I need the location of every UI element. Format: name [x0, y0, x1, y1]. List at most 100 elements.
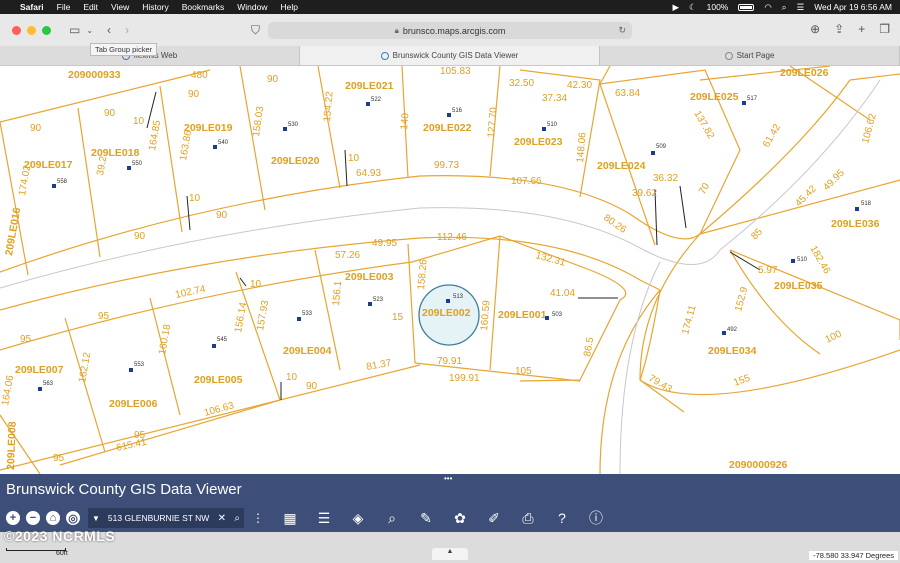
- menu-file[interactable]: File: [57, 2, 71, 12]
- dimension-label: 132.31: [534, 250, 567, 269]
- locate-button[interactable]: ◎: [66, 511, 80, 525]
- dimension-label: 155: [732, 373, 752, 389]
- address-point: [791, 259, 795, 263]
- address-point: [38, 387, 42, 391]
- downloads-icon[interactable]: ⊕: [810, 22, 820, 36]
- dimension-label: 10: [133, 116, 145, 127]
- print-icon[interactable]: ⎙: [520, 510, 536, 527]
- address-label: 563: [43, 381, 54, 387]
- dimension-label: 162.12: [77, 351, 93, 383]
- menu-help[interactable]: Help: [280, 2, 297, 12]
- zoom-in-button[interactable]: +: [6, 511, 20, 525]
- dimension-label: 36.32: [653, 173, 678, 184]
- dimension-label: 63.84: [615, 88, 640, 99]
- dimension-label: 10: [189, 193, 201, 204]
- layers-icon[interactable]: ◈: [350, 510, 366, 527]
- panel-drag-handle[interactable]: •••: [444, 474, 452, 483]
- zoom-out-button[interactable]: −: [26, 511, 40, 525]
- home-button[interactable]: ⌂: [46, 511, 60, 525]
- dimension-label: 140: [399, 112, 411, 130]
- clear-search-icon[interactable]: ✕: [218, 513, 226, 524]
- draw-icon[interactable]: ✎: [418, 510, 434, 527]
- start-page-icon: [724, 51, 733, 60]
- close-window-button[interactable]: [12, 25, 21, 35]
- menu-history[interactable]: History: [142, 2, 168, 12]
- new-tab-icon[interactable]: +: [858, 22, 865, 36]
- menu-view[interactable]: View: [111, 2, 129, 12]
- dimension-label: 480: [191, 70, 208, 81]
- tab-gis-viewer[interactable]: Brunswick County GIS Data Viewer: [300, 46, 600, 65]
- dimension-label: 107.66: [511, 176, 542, 187]
- query-icon[interactable]: ⌕: [384, 510, 400, 527]
- shield-icon[interactable]: ⛉: [251, 23, 260, 38]
- dimension-label: 112.46: [437, 232, 467, 243]
- parcel-id: 209LE020: [271, 155, 320, 167]
- dimension-label: 42.30: [567, 80, 592, 91]
- reload-icon[interactable]: ↻: [618, 25, 626, 36]
- address-label: 533: [302, 311, 313, 317]
- minimize-window-button[interactable]: [27, 25, 36, 35]
- tab-overview-icon[interactable]: ❐: [879, 22, 890, 36]
- search-source-dropdown-icon[interactable]: ▼: [92, 514, 100, 523]
- moon-icon[interactable]: ☾: [689, 2, 697, 13]
- address-label: 492: [727, 327, 738, 333]
- parcel-map-canvas[interactable]: 209000933 209LE017 209LE018 209LE019 209…: [0, 66, 900, 474]
- menu-bookmarks[interactable]: Bookmarks: [182, 2, 225, 12]
- symbology-icon[interactable]: ✿: [452, 510, 468, 527]
- basemap-gallery-icon[interactable]: ▦: [282, 510, 298, 527]
- dimension-label: 163.86: [178, 129, 194, 161]
- dimension-label: 95: [20, 334, 32, 345]
- play-icon[interactable]: ▶: [672, 2, 679, 13]
- dimension-label: 81.37: [366, 358, 393, 373]
- address-point: [52, 184, 56, 188]
- parcel-id: 209000933: [68, 69, 121, 81]
- control-center-icon[interactable]: ☰: [797, 2, 805, 13]
- help-icon[interactable]: ?: [554, 510, 570, 526]
- dimension-label: 157.93: [255, 299, 271, 331]
- toolbar-more-icon[interactable]: ⋮: [252, 511, 264, 525]
- tab-group-picker-icon[interactable]: ⌄: [86, 26, 93, 35]
- expand-panel-button[interactable]: ▲: [432, 548, 468, 560]
- legend-icon[interactable]: ☰: [316, 510, 332, 527]
- zoom-window-button[interactable]: [42, 25, 51, 35]
- dimension-label: 156.1: [331, 280, 344, 306]
- search-icon[interactable]: ⌕: [234, 513, 240, 524]
- dimension-label: 61.42: [761, 122, 783, 150]
- battery-icon[interactable]: [738, 3, 755, 11]
- search-input[interactable]: ▼ 513 GLENBURNIE ST NW ✕ ⌕: [88, 508, 244, 528]
- address-bar[interactable]: 🔒︎ brunsco.maps.arcgis.com ↻: [268, 22, 632, 39]
- address-label: 513: [453, 294, 464, 300]
- dimension-label: 105.83: [440, 66, 471, 77]
- menu-window[interactable]: Window: [237, 2, 267, 12]
- dimension-label: 57.26: [335, 250, 360, 261]
- dimension-label: 174.02: [17, 164, 33, 196]
- dimension-label: 106.62: [860, 112, 879, 145]
- parcel-id: 209LE008: [5, 421, 19, 470]
- address-label: 516: [452, 108, 463, 114]
- parcel-id: 209LE001: [498, 309, 547, 321]
- back-icon[interactable]: ‹: [107, 23, 111, 37]
- address-point: [542, 127, 546, 131]
- search-icon[interactable]: ⌕: [782, 2, 787, 13]
- share-icon[interactable]: ⇪: [834, 22, 844, 36]
- dimension-label: 70: [697, 181, 712, 197]
- dimension-label: 160.59: [479, 299, 493, 331]
- menu-edit[interactable]: Edit: [83, 2, 98, 12]
- sidebar-icon[interactable]: ▭: [69, 23, 80, 37]
- tab-start-page[interactable]: Start Page: [600, 46, 900, 65]
- forward-icon[interactable]: ›: [125, 23, 129, 37]
- address-point: [446, 299, 450, 303]
- dimension-label: 90: [267, 74, 279, 85]
- parcel-map[interactable]: 209000933 209LE017 209LE018 209LE019 209…: [0, 66, 900, 474]
- address-point: [366, 102, 370, 106]
- menu-app-safari[interactable]: Safari: [20, 2, 44, 12]
- address-label: 540: [218, 140, 229, 146]
- parcel-id: 209LE005: [194, 374, 243, 386]
- about-icon[interactable]: ⓘ: [588, 508, 604, 528]
- menubar-clock[interactable]: Wed Apr 19 6:56 AM: [814, 2, 892, 12]
- window-controls: [12, 25, 51, 35]
- measure-icon[interactable]: ✐: [486, 510, 502, 527]
- parcel-id: 209LE004: [283, 345, 332, 357]
- wifi-icon[interactable]: ◠: [764, 2, 771, 13]
- dimension-label: 152.9: [733, 285, 750, 312]
